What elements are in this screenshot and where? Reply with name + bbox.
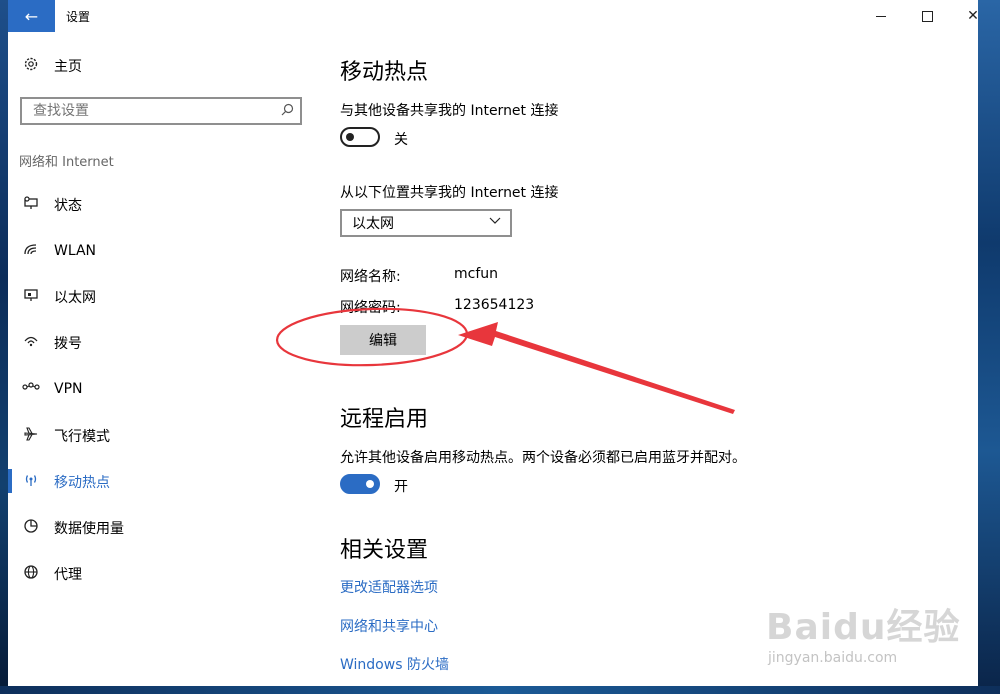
- search-box[interactable]: [20, 97, 302, 125]
- sidebar-item-label: 移动热点: [54, 475, 110, 491]
- sidebar: 主页 网络和 Internet 状态 WLAN 以太网: [8, 32, 318, 686]
- desktop-background-left: [0, 0, 8, 694]
- vpn-icon: [22, 379, 40, 399]
- sidebar-item-label: 以太网: [54, 290, 96, 306]
- share-connection-label: 与其他设备共享我的 Internet 连接: [340, 103, 559, 119]
- sidebar-item-hotspot[interactable]: 移动热点: [8, 462, 318, 502]
- sidebar-item-label: 主页: [54, 59, 82, 75]
- sidebar-item-label: VPN: [54, 381, 83, 397]
- status-icon: [22, 195, 40, 215]
- globe-icon: [22, 564, 40, 584]
- sidebar-item-ethernet[interactable]: 以太网: [8, 277, 318, 317]
- remote-description: 允许其他设备启用移动热点。两个设备必须都已启用蓝牙并配对。: [340, 450, 746, 466]
- minimize-icon: [876, 15, 886, 17]
- remote-toggle-state: 开: [394, 479, 408, 495]
- hotspot-icon: [22, 472, 40, 492]
- sidebar-item-home[interactable]: 主页: [8, 46, 318, 86]
- share-source-value: 以太网: [352, 216, 394, 232]
- gear-icon: [22, 56, 40, 76]
- share-source-label: 从以下位置共享我的 Internet 连接: [340, 185, 559, 201]
- maximize-icon: [921, 10, 933, 22]
- back-arrow-icon: ←: [24, 6, 39, 26]
- sidebar-item-label: 数据使用量: [54, 521, 124, 537]
- sidebar-item-airplane[interactable]: 飞行模式: [8, 416, 318, 456]
- settings-window: ← 设置 ✕ 主页 网络和 Internet: [8, 0, 978, 686]
- title-bar: ← 设置 ✕: [8, 0, 978, 32]
- airplane-icon: [22, 426, 40, 446]
- sidebar-item-dialup[interactable]: 拨号: [8, 323, 318, 363]
- sidebar-item-wlan[interactable]: WLAN: [8, 231, 318, 271]
- link-adapter-options[interactable]: 更改适配器选项: [340, 577, 438, 597]
- network-password-value: 123654123: [454, 297, 535, 313]
- sidebar-item-status[interactable]: 状态: [8, 185, 318, 225]
- data-usage-icon: [22, 518, 40, 538]
- search-icon[interactable]: [281, 103, 294, 120]
- remote-heading: 远程启用: [340, 407, 429, 432]
- wlan-icon: [22, 241, 40, 261]
- close-icon: ✕: [967, 8, 978, 24]
- edit-button[interactable]: 编辑: [340, 325, 426, 355]
- remote-toggle[interactable]: [340, 474, 380, 494]
- share-source-dropdown[interactable]: 以太网: [340, 209, 512, 237]
- sidebar-item-label: WLAN: [54, 243, 97, 259]
- share-toggle[interactable]: [340, 127, 380, 147]
- network-name-value: mcfun: [454, 266, 499, 282]
- desktop-background-right: [978, 0, 1000, 694]
- sidebar-item-label: 代理: [54, 567, 82, 583]
- network-name-label: 网络名称:: [340, 269, 401, 285]
- main-content: 移动热点 与其他设备共享我的 Internet 连接 关 从以下位置共享我的 I…: [340, 32, 960, 686]
- dialup-icon: [22, 333, 40, 353]
- desktop-background-bottom: [0, 686, 1000, 694]
- window-title: 设置: [66, 10, 91, 24]
- search-input[interactable]: [31, 102, 275, 120]
- minimize-button[interactable]: [858, 0, 904, 32]
- maximize-button[interactable]: [904, 0, 950, 32]
- chevron-down-icon: [489, 214, 501, 230]
- link-firewall[interactable]: Windows 防火墙: [340, 654, 449, 674]
- section-label: 网络和 Internet: [19, 155, 114, 170]
- network-password-label: 网络密码:: [340, 300, 401, 316]
- back-button[interactable]: ←: [8, 0, 55, 32]
- close-button[interactable]: ✕: [950, 0, 978, 32]
- sidebar-item-vpn[interactable]: VPN: [8, 369, 318, 409]
- sidebar-item-proxy[interactable]: 代理: [8, 554, 318, 594]
- share-toggle-state: 关: [394, 132, 408, 148]
- link-sharing-center[interactable]: 网络和共享中心: [340, 616, 438, 636]
- sidebar-item-label: 飞行模式: [54, 429, 110, 445]
- sidebar-item-label: 拨号: [54, 336, 82, 352]
- sidebar-item-data-usage[interactable]: 数据使用量: [8, 508, 318, 548]
- sidebar-item-label: 状态: [54, 198, 82, 214]
- hotspot-heading: 移动热点: [340, 60, 429, 85]
- ethernet-icon: [22, 287, 40, 307]
- related-heading: 相关设置: [340, 538, 429, 563]
